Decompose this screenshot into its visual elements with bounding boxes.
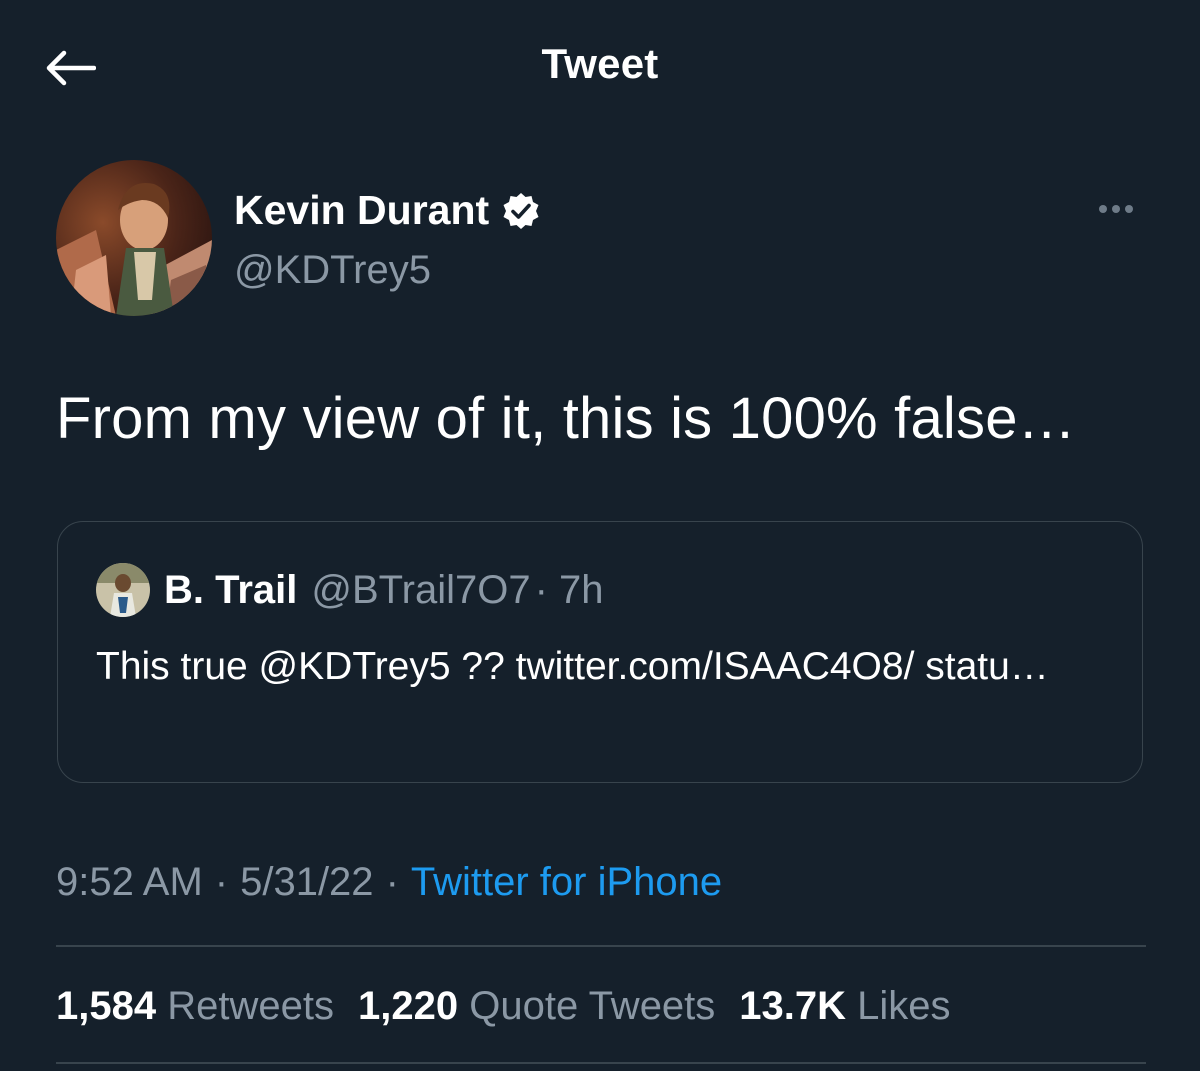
- quoted-tweet-text: This true @KDTrey5 ?? twitter.com/ISAAC4…: [96, 645, 1049, 688]
- page-title: Tweet: [541, 40, 659, 87]
- author-handle[interactable]: @KDTrey5: [234, 248, 431, 293]
- more-dot-icon: [1125, 205, 1133, 213]
- more-dot-icon: [1099, 205, 1107, 213]
- tweet-source-link[interactable]: Twitter for iPhone: [411, 860, 722, 905]
- tweet-date: 5/31/22: [240, 860, 374, 904]
- quoted-header: B. Trail @BTrail7O7 · 7h: [164, 568, 604, 613]
- tweet-text: From my view of it, this is 100% false…: [56, 386, 1076, 451]
- quoted-timestamp: · 7h: [534, 568, 604, 612]
- avatar[interactable]: [56, 160, 212, 316]
- author-name-text: Kevin Durant: [234, 187, 490, 233]
- avatar-image: [56, 160, 212, 316]
- quote-tweets-count: 1,220: [357, 984, 459, 1028]
- likes-count: 13.7K: [739, 984, 847, 1028]
- meta-separator: ·: [385, 860, 399, 904]
- tweet-author: Kevin Durant @KDTrey5: [56, 160, 1146, 320]
- verified-badge-icon: [503, 192, 539, 229]
- quoted-tweet-card[interactable]: B. Trail @BTrail7O7 · 7h This true @KDTr…: [57, 521, 1143, 783]
- author-name[interactable]: Kevin Durant: [234, 187, 541, 234]
- retweets-label: Retweets: [167, 984, 334, 1028]
- top-bar: Tweet: [0, 0, 1200, 130]
- retweets-stat[interactable]: 1,584 Retweets: [56, 984, 334, 1029]
- quoted-avatar-image: [96, 563, 150, 617]
- quote-tweets-label: Quote Tweets: [469, 984, 716, 1028]
- quote-tweets-stat[interactable]: 1,220 Quote Tweets: [358, 984, 715, 1029]
- quoted-author-name[interactable]: B. Trail: [164, 568, 297, 613]
- meta-separator: ·: [214, 860, 229, 904]
- quoted-author-handle[interactable]: @BTrail7O7: [311, 568, 530, 613]
- likes-label: Likes: [857, 984, 951, 1028]
- divider: [56, 945, 1146, 947]
- retweets-count: 1,584: [56, 984, 157, 1028]
- tweet-time: 9:52 AM: [56, 860, 203, 904]
- quoted-avatar[interactable]: [96, 563, 150, 617]
- more-options-button[interactable]: [1086, 194, 1146, 224]
- more-dot-icon: [1112, 205, 1120, 213]
- engagement-stats: 1,584 Retweets 1,220 Quote Tweets 13.7K …: [56, 984, 951, 1029]
- likes-stat[interactable]: 13.7K Likes: [739, 984, 950, 1029]
- tweet-meta: 9:52 AM · 5/31/22 · Twitter for iPhone: [56, 860, 722, 905]
- divider: [56, 1062, 1146, 1064]
